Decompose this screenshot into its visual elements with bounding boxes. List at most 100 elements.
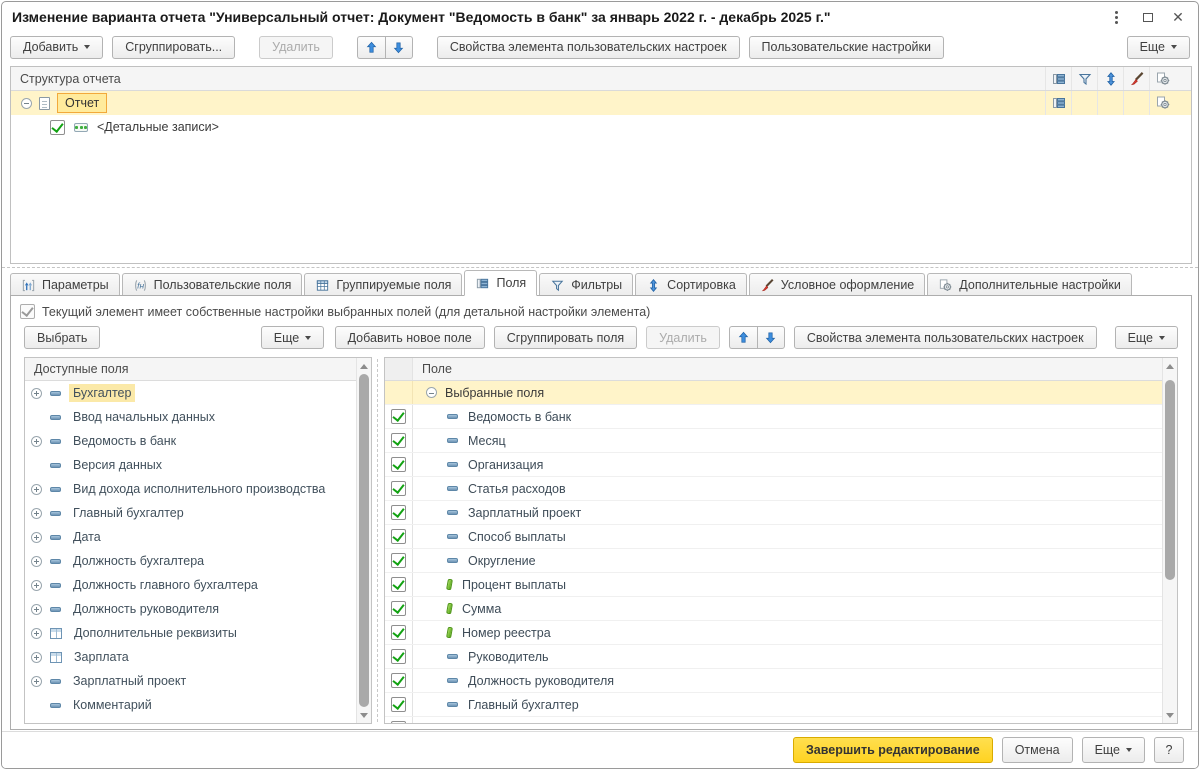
expand-icon[interactable] [31,508,42,519]
available-field-row[interactable]: Зарплатный проект [25,669,356,693]
available-field-row[interactable]: Дата [25,525,356,549]
expand-icon[interactable] [31,652,42,663]
selected-field-row[interactable]: Главный бухгалтер [385,693,1177,717]
available-field-row[interactable]: Должность бухгалтера [25,549,356,573]
selected-field-row[interactable]: Способ выплаты [385,525,1177,549]
expand-icon[interactable] [31,676,42,687]
selected-field-row[interactable]: Руководитель [385,645,1177,669]
field-down-button[interactable] [757,326,785,349]
maximize-icon[interactable] [1138,8,1158,26]
tab[interactable]: Фильтры [539,273,633,296]
group-button[interactable]: Сгруппировать... [112,36,235,59]
field-checkbox[interactable] [391,553,406,568]
field-checkbox[interactable] [391,529,406,544]
field-checkbox[interactable] [391,697,406,712]
settings-column-icon[interactable] [1149,67,1175,90]
field-checkbox[interactable] [391,673,406,688]
footer-more-button[interactable]: Еще [1082,737,1145,763]
more-button[interactable]: Еще [1127,36,1190,59]
expand-icon[interactable] [31,436,42,447]
selected-field-row[interactable]: Статья расходов [385,477,1177,501]
tab[interactable]: Параметры [10,273,120,296]
conditional-appearance-column-icon[interactable] [1123,67,1149,90]
expand-icon[interactable] [31,532,42,543]
user-settings-props-button[interactable]: Свойства элемента пользовательских настр… [437,36,740,59]
selected-field-row[interactable]: Процент выплаты [385,573,1177,597]
field-up-button[interactable] [729,326,757,349]
expand-icon[interactable] [31,604,42,615]
more-right-button[interactable]: Еще [1115,326,1178,349]
window-menu-icon[interactable] [1106,8,1126,26]
selected-field-row[interactable]: Должность руководителя [385,669,1177,693]
fields-cell-icon[interactable] [1045,91,1071,115]
delete-button[interactable]: Удалить [259,36,333,59]
available-field-row[interactable]: Комментарий [25,693,356,717]
field-checkbox[interactable] [391,409,406,424]
scroll-down-icon[interactable] [1163,708,1177,722]
fields-column-icon[interactable] [1045,67,1071,90]
field-props-button[interactable]: Свойства элемента пользовательских настр… [794,326,1097,349]
field-checkbox[interactable] [391,577,406,592]
available-field-row[interactable]: Зарплата [25,645,356,669]
user-settings-button[interactable]: Пользовательские настройки [749,36,944,59]
selected-fields-group-row[interactable]: Выбранные поля [385,381,1177,405]
help-button[interactable]: ? [1154,737,1184,763]
add-button[interactable]: Добавить [10,36,103,59]
selected-field-row[interactable]: Номер реестра [385,621,1177,645]
tab[interactable]: Группируемые поля [304,273,462,296]
scroll-up-icon[interactable] [357,359,371,373]
vertical-scrollbar[interactable] [356,358,371,723]
selected-field-row[interactable]: Ведомость в банк [385,405,1177,429]
available-field-row[interactable]: Версия данных [25,453,356,477]
tab[interactable]: Условное оформление [749,273,925,296]
selected-field-row[interactable]: Бухгалтер [385,717,1177,724]
expand-icon[interactable] [31,724,42,725]
field-checkbox[interactable] [391,721,406,724]
filter-column-icon[interactable] [1071,67,1097,90]
delete-field-button[interactable]: Удалить [646,326,720,349]
field-checkbox[interactable] [391,433,406,448]
collapse-icon[interactable] [426,387,437,398]
expand-icon[interactable] [31,484,42,495]
vertical-splitter[interactable] [372,357,384,724]
move-up-button[interactable] [357,36,385,59]
selected-field-row[interactable]: Организация [385,453,1177,477]
structure-row-report[interactable]: Отчет [11,91,1191,115]
field-checkbox[interactable] [391,649,406,664]
available-field-row[interactable]: Дополнительные реквизиты [25,621,356,645]
expand-icon[interactable] [31,556,42,567]
available-field-row[interactable]: Должность главного бухгалтера [25,573,356,597]
tab[interactable]: Поля [464,270,537,296]
scrollbar-thumb[interactable] [359,374,369,707]
finish-editing-button[interactable]: Завершить редактирование [793,737,993,763]
field-checkbox[interactable] [391,457,406,472]
expand-icon[interactable] [31,388,42,399]
cancel-button[interactable]: Отмена [1002,737,1073,763]
selected-field-row[interactable]: Зарплатный проект [385,501,1177,525]
settings-cell-icon[interactable] [1149,91,1175,115]
expand-icon[interactable] [31,580,42,591]
report-row-label[interactable]: Отчет [57,93,107,113]
available-field-row[interactable]: Бухгалтер [25,381,356,405]
close-icon[interactable]: ✕ [1168,8,1188,26]
tab[interactable]: Пользовательские поля [122,273,303,296]
tab[interactable]: Сортировка [635,273,747,296]
collapse-icon[interactable] [21,98,32,109]
vertical-scrollbar[interactable] [1162,358,1177,723]
field-checkbox[interactable] [391,601,406,616]
scroll-up-icon[interactable] [1163,359,1177,373]
available-field-row[interactable]: Главный бухгалтер [25,501,356,525]
available-field-row[interactable]: Ввод начальных данных [25,405,356,429]
own-settings-checkbox[interactable] [20,304,35,319]
sort-column-icon[interactable] [1097,67,1123,90]
select-button[interactable]: Выбрать [24,326,100,349]
field-checkbox[interactable] [391,481,406,496]
scroll-down-icon[interactable] [357,708,371,722]
available-field-row[interactable]: Должность руководителя [25,597,356,621]
available-field-row[interactable]: Ведомость в банк [25,429,356,453]
scrollbar-thumb[interactable] [1165,380,1175,580]
detail-records-checkbox[interactable] [50,120,65,135]
horizontal-splitter[interactable] [2,267,1198,268]
field-checkbox[interactable] [391,625,406,640]
selected-field-row[interactable]: Месяц [385,429,1177,453]
